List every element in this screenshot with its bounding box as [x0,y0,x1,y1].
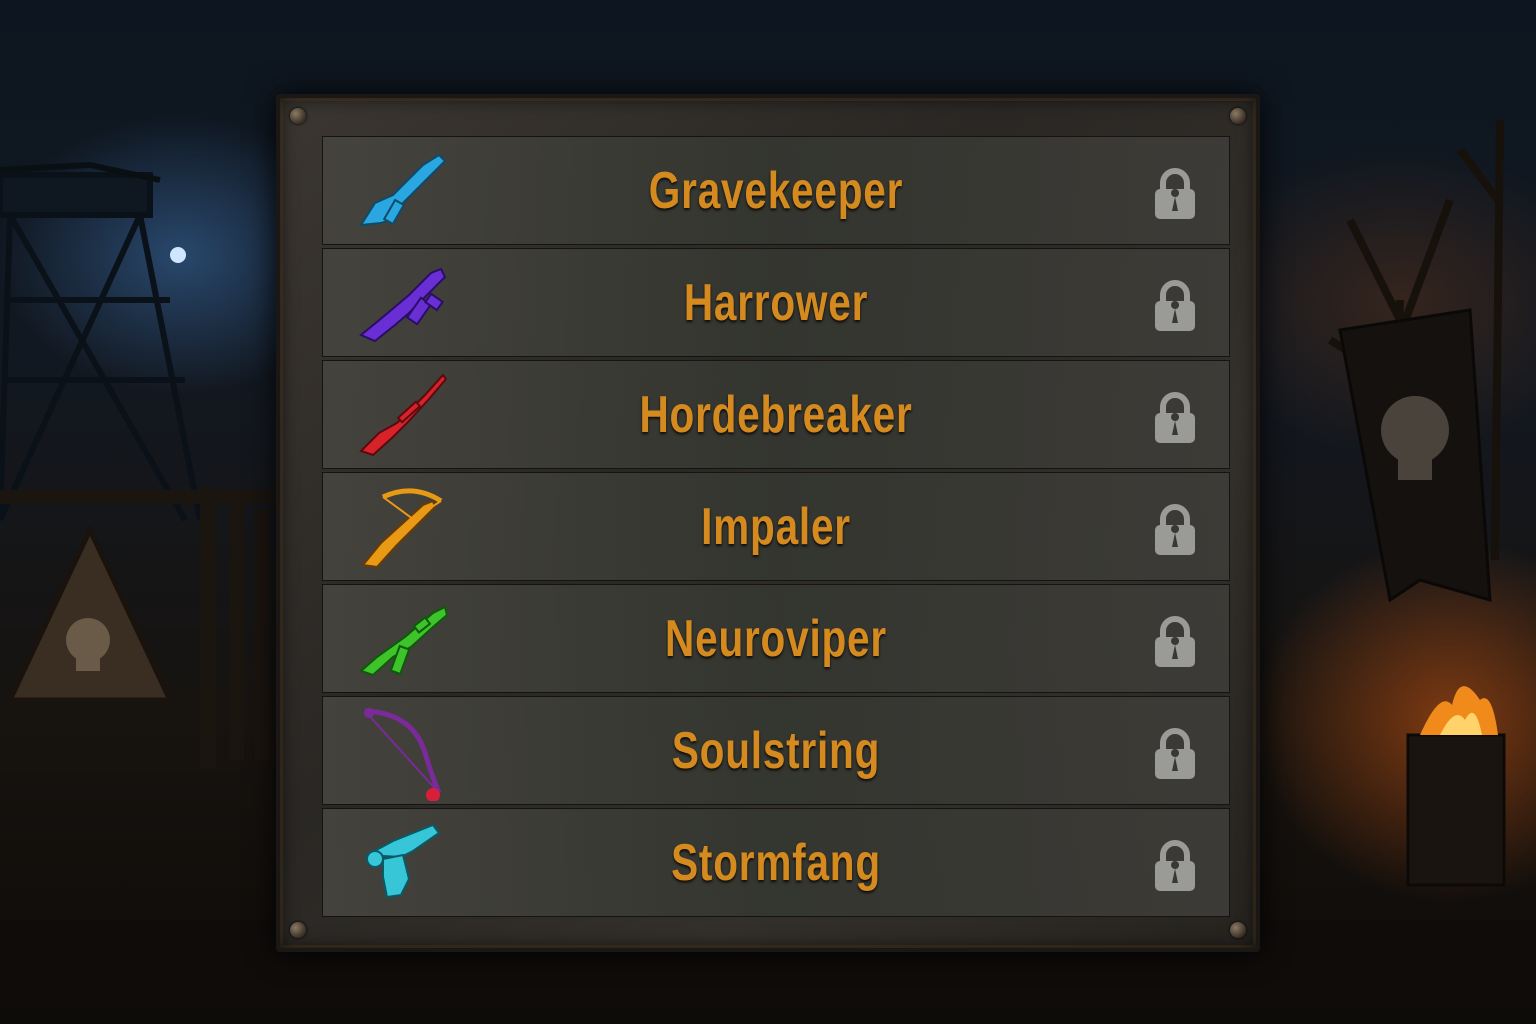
fire-barrel [1406,686,1506,887]
padlock-icon [1155,504,1195,555]
padlock-icon [1155,840,1195,891]
rivet [1230,108,1246,124]
weapon-name: Harrower [683,274,869,332]
skull-banner [1338,308,1492,603]
padlock-icon [1155,392,1195,443]
weapon-name: Stormfang [671,834,881,892]
weapon-name: Impaler [701,498,851,556]
padlock-icon [1155,168,1195,219]
warning-sign [6,524,174,703]
weapon-row-harrower[interactable]: Harrower [322,248,1230,357]
weapon-name: Soulstring [671,722,881,780]
tower-light [170,247,186,263]
padlock-icon [1155,616,1195,667]
watchtower [0,161,203,522]
weapon-unlock-panel: Gravekeeper Harrower Hordebreaker Impale… [276,94,1260,952]
rivet [290,108,306,124]
weapon-name: Gravekeeper [648,162,904,220]
weapon-row-soulstring[interactable]: Soulstring [322,696,1230,805]
weapon-name: Hordebreaker [639,386,913,444]
padlock-icon [1155,280,1195,331]
weapon-list: Gravekeeper Harrower Hordebreaker Impale… [322,136,1230,920]
weapon-row-gravekeeper[interactable]: Gravekeeper [322,136,1230,245]
rivet [1230,922,1246,938]
weapon-row-impaler[interactable]: Impaler [322,472,1230,581]
rivet [290,922,306,938]
weapon-row-neuroviper[interactable]: Neuroviper [322,584,1230,693]
padlock-icon [1155,728,1195,779]
weapon-row-hordebreaker[interactable]: Hordebreaker [322,360,1230,469]
weapon-name: Neuroviper [665,610,887,668]
weapon-row-stormfang[interactable]: Stormfang [322,808,1230,917]
